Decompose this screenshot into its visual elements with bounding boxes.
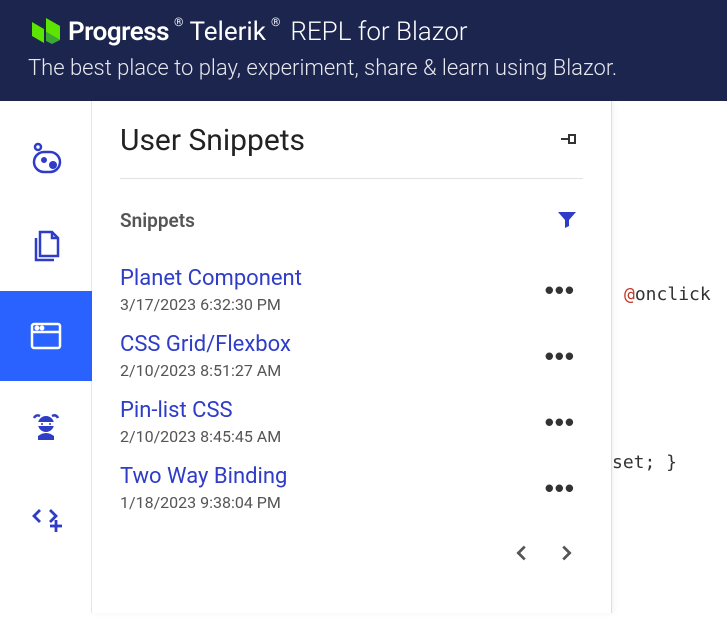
trademark-symbol: ®	[271, 15, 280, 29]
chevron-left-icon	[511, 552, 533, 567]
more-icon: •••	[545, 275, 575, 305]
snippet-info: CSS Grid/Flexbox 2/10/2023 8:51:27 AM	[120, 332, 291, 380]
code-at: @	[624, 284, 635, 305]
sidebar-item-files[interactable]	[0, 201, 92, 291]
snippet-date: 1/18/2023 9:38:04 PM	[120, 493, 287, 512]
pager-prev-button[interactable]	[505, 536, 539, 573]
files-icon	[26, 226, 66, 266]
more-button[interactable]: •••	[537, 403, 583, 442]
snippet-info: Planet Component 3/17/2023 6:32:30 PM	[120, 266, 302, 314]
sidebar-item-nuget[interactable]	[0, 111, 92, 201]
panel-title: User Snippets	[120, 123, 305, 158]
pager	[120, 536, 583, 573]
pin-icon	[559, 137, 579, 152]
brand-row: Progress ® Telerik ® REPL for Blazor	[28, 14, 727, 50]
main-area: User Snippets Snippets	[0, 101, 727, 613]
snippet-date: 2/10/2023 8:45:45 AM	[120, 427, 281, 446]
section-header: Snippets	[120, 203, 583, 238]
sidebar	[0, 101, 92, 613]
sidebar-item-add-code[interactable]	[0, 471, 92, 561]
snippet-info: Pin-list CSS 2/10/2023 8:45:45 AM	[120, 398, 281, 446]
pin-button[interactable]	[555, 125, 583, 156]
section-title: Snippets	[120, 209, 195, 232]
filter-button[interactable]	[551, 203, 583, 238]
window-icon	[26, 316, 66, 356]
more-button[interactable]: •••	[537, 271, 583, 310]
more-icon: •••	[545, 407, 575, 437]
snippet-row: CSS Grid/Flexbox 2/10/2023 8:51:27 AM ••…	[120, 322, 583, 388]
sidebar-item-user[interactable]	[0, 381, 92, 471]
code-add-icon	[26, 496, 66, 536]
ninja-icon	[26, 406, 66, 446]
more-icon: •••	[545, 341, 575, 371]
snippet-name[interactable]: Pin-list CSS	[120, 398, 281, 423]
panel-header: User Snippets	[120, 123, 583, 179]
more-button[interactable]: •••	[537, 337, 583, 376]
trademark-symbol: ®	[174, 15, 183, 29]
tagline-text: The best place to play, experiment, shar…	[28, 56, 727, 81]
sidebar-item-snippets[interactable]	[0, 291, 92, 381]
snippet-date: 2/10/2023 8:51:27 AM	[120, 361, 291, 380]
snippet-name[interactable]: Planet Component	[120, 266, 302, 291]
snippet-list: Planet Component 3/17/2023 6:32:30 PM ••…	[120, 256, 583, 520]
snippet-row: Planet Component 3/17/2023 6:32:30 PM ••…	[120, 256, 583, 322]
snippet-date: 3/17/2023 6:32:30 PM	[120, 295, 302, 314]
snippet-row: Two Way Binding 1/18/2023 9:38:04 PM •••	[120, 454, 583, 520]
more-icon: •••	[545, 473, 575, 503]
code-text: onclick	[635, 284, 711, 305]
chevron-right-icon	[555, 552, 577, 567]
package-icon	[26, 136, 66, 176]
progress-logo-icon	[28, 14, 64, 50]
brand-subtitle: REPL for Blazor	[290, 17, 467, 47]
filter-icon	[555, 219, 579, 234]
user-snippets-panel: User Snippets Snippets	[92, 101, 612, 613]
snippet-name[interactable]: CSS Grid/Flexbox	[120, 332, 291, 357]
brand-telerik-text: Telerik	[189, 17, 265, 47]
snippet-name[interactable]: Two Way Binding	[120, 464, 287, 489]
code-text: set; }	[612, 452, 677, 473]
brand-progress-text: Progress	[68, 17, 169, 47]
snippet-row: Pin-list CSS 2/10/2023 8:45:45 AM •••	[120, 388, 583, 454]
snippet-info: Two Way Binding 1/18/2023 9:38:04 PM	[120, 464, 287, 512]
app-header: Progress ® Telerik ® REPL for Blazor The…	[0, 0, 727, 101]
more-button[interactable]: •••	[537, 469, 583, 508]
pager-next-button[interactable]	[549, 536, 583, 573]
